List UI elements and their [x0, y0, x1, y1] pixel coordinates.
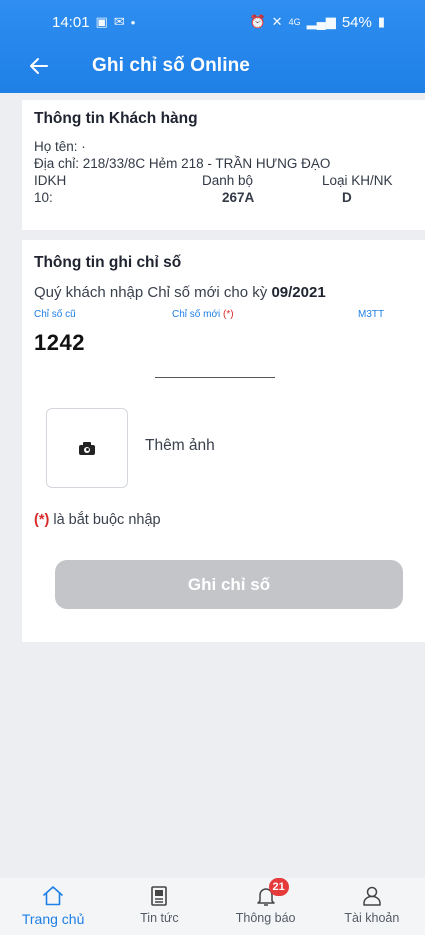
- nav-item-account[interactable]: Tài khoản: [319, 878, 425, 935]
- customer-address-label: Địa chỉ:: [34, 156, 80, 171]
- nav-item-notifications[interactable]: 21 Thông báo: [213, 878, 319, 935]
- nav-item-news[interactable]: Tin tức: [106, 878, 212, 935]
- camera-icon: [79, 441, 95, 455]
- reading-period: 09/2021: [271, 284, 326, 301]
- add-photo-label[interactable]: Thêm ảnh: [145, 437, 215, 455]
- notification-badge: 21: [268, 878, 289, 896]
- app-bar: Ghi chỉ số Online: [0, 46, 425, 86]
- nav-label-home: Trang chủ: [21, 911, 85, 927]
- signal-icon: ▂▄▆: [306, 14, 336, 29]
- add-photo-button[interactable]: [46, 408, 128, 488]
- news-icon: [151, 886, 168, 906]
- home-icon: [43, 886, 63, 906]
- required-marker: (*): [223, 309, 234, 320]
- arrow-left-icon: [30, 58, 48, 74]
- new-reading-label: Chỉ số mới: [172, 309, 221, 320]
- reading-prompt: Quý khách nhập Chỉ số mới cho kỳ 09/2021: [34, 284, 425, 301]
- unit-label: M3TT: [358, 309, 385, 320]
- gallery-notification-icon: ▣: [95, 14, 108, 29]
- page-title: Ghi chỉ số Online: [92, 55, 250, 76]
- customer-meta-labels: IDKH Danh bộ Loại KH/NK: [34, 172, 425, 189]
- battery-percent: 54%: [341, 13, 372, 31]
- nav-item-home[interactable]: Trang chủ: [0, 878, 106, 935]
- customer-meta-values: 10: 267A D: [34, 189, 425, 206]
- required-note-marker: (*): [34, 512, 50, 528]
- app-header: 14:01 ▣ ✉ • ⏰ ✕ 4G ▂▄▆ 54% ▮ Ghi chỉ số …: [0, 0, 425, 93]
- nav-label-account: Tài khoản: [344, 911, 400, 925]
- status-time: 14:01: [52, 13, 90, 31]
- new-reading-input[interactable]: [155, 360, 275, 378]
- status-bar: 14:01 ▣ ✉ • ⏰ ✕ 4G ▂▄▆ 54% ▮: [0, 0, 425, 44]
- submit-reading-button[interactable]: Ghi chỉ số: [55, 560, 403, 609]
- battery-icon: ▮: [377, 14, 385, 29]
- customer-book-label: Danh bộ: [202, 173, 254, 188]
- network-type-label: 4G: [288, 17, 301, 27]
- mute-icon: ✕: [271, 14, 283, 29]
- required-note: (*) là bắt buộc nhập: [34, 512, 161, 528]
- reading-labels-row: Chỉ số cũ Chỉ số mới (*) M3TT: [34, 309, 425, 320]
- customer-name-label: Họ tên:: [34, 139, 78, 154]
- dot-notification-icon: •: [130, 14, 136, 30]
- customer-name-row: Họ tên: ·: [34, 138, 425, 155]
- back-button[interactable]: [30, 46, 74, 86]
- customer-id-value: 10:: [34, 190, 53, 205]
- mail-notification-icon: ✉: [113, 14, 125, 29]
- nav-label-notifications: Thông báo: [235, 911, 296, 925]
- customer-address-value: 218/33/8C Hẻm 218 - TRẦN HƯNG ĐẠO: [82, 156, 331, 171]
- customer-name-value: ·: [81, 139, 86, 154]
- nav-label-news: Tin tức: [140, 911, 179, 925]
- customer-book-value: 267A: [222, 190, 255, 205]
- alarm-icon: ⏰: [249, 14, 266, 29]
- bottom-navigation: Trang chủ Tin tức 21 Thông báo Tài khoản: [0, 878, 425, 935]
- meter-reading-title: Thông tin ghi chỉ số: [34, 254, 182, 271]
- old-reading-label: Chỉ số cũ: [34, 309, 76, 320]
- customer-type-value: D: [342, 190, 352, 205]
- customer-info-card: Thông tin Khách hàng Họ tên: · Địa chỉ: …: [22, 100, 425, 230]
- customer-info-title: Thông tin Khách hàng: [34, 110, 198, 127]
- customer-type-label: Loại KH/NK: [322, 173, 393, 188]
- new-reading-label-wrap: Chỉ số mới (*): [172, 309, 358, 320]
- customer-address-row: Địa chỉ: 218/33/8C Hẻm 218 - TRẦN HƯNG Đ…: [34, 155, 425, 172]
- required-note-text: là bắt buộc nhập: [53, 512, 161, 528]
- customer-id-label: IDKH: [34, 173, 67, 188]
- reading-prompt-text: Quý khách nhập Chỉ số mới cho kỳ: [34, 284, 268, 301]
- old-reading-value: 1242: [34, 330, 85, 355]
- user-icon: [363, 886, 381, 906]
- meter-reading-card: Thông tin ghi chỉ số Quý khách nhập Chỉ …: [22, 240, 425, 642]
